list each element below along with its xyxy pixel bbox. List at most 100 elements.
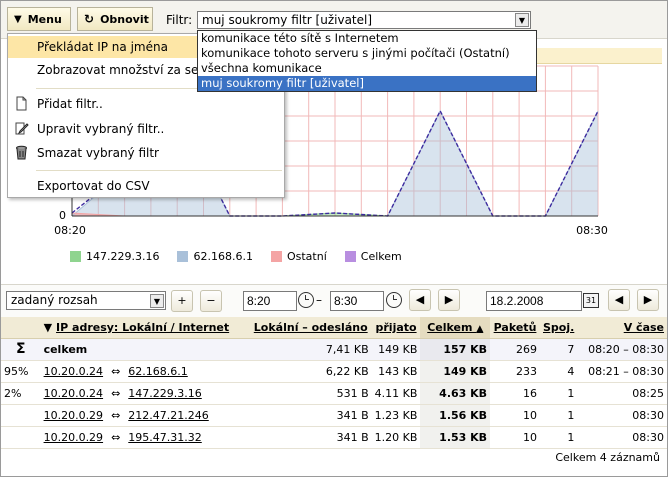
row-ip[interactable]: 10.20.0.29 ⇔ 195.47.31.32 [40, 426, 250, 449]
sort-asc-icon: ▲ [476, 323, 484, 334]
legend-item: Ostatní [270, 250, 327, 263]
menu-item-edit-filter[interactable]: Upravit vybraný filtr.. [8, 118, 284, 140]
arrow-right-icon: ▶ [643, 293, 653, 306]
row-pct [1, 426, 41, 449]
menu-item-label: Upravit vybraný filtr.. [37, 122, 165, 136]
range-select[interactable]: zadaný rozsah ▼ [6, 291, 166, 310]
filter-option[interactable]: všechna komunikace [198, 61, 536, 76]
edit-icon [15, 122, 29, 135]
row-conn: 1 [540, 426, 578, 449]
row-received: 1.23 KB [371, 404, 421, 427]
row-pct: 95% [1, 360, 41, 383]
row-time: 08:30 [577, 426, 667, 449]
row-received: 143 KB [371, 360, 421, 383]
local-ip-link[interactable]: 10.20.0.29 [44, 409, 103, 422]
row-received: 4.11 KB [371, 382, 421, 405]
remote-ip-link[interactable]: 212.47.21.246 [128, 409, 208, 422]
time-to-input[interactable] [330, 291, 384, 311]
x-tick-label: 08:20 [54, 224, 86, 237]
calendar-icon[interactable]: 31 [583, 293, 599, 308]
chevron-down-icon: ▼ [43, 320, 53, 334]
legend-label: 147.229.3.16 [86, 250, 160, 263]
bidirectional-arrow-icon: ⇔ [111, 408, 121, 422]
menu-item-add-filter[interactable]: Přidat filtr.. [8, 93, 284, 115]
col-header-time[interactable]: V čase [577, 317, 667, 339]
legend-item: 147.229.3.16 [70, 250, 159, 263]
row-total: 149 KB [420, 360, 491, 383]
legend-swatch [344, 251, 356, 262]
row-sent: 341 B [249, 404, 372, 427]
chevron-down-icon[interactable]: ▼ [150, 294, 164, 308]
time-from-input[interactable] [243, 291, 297, 311]
table-row[interactable]: 95% 10.20.0.24 ⇔ 62.168.6.1 6,22 KB 143 KB 149… [1, 360, 667, 383]
row-packets: 16 [490, 382, 540, 405]
time-prev-button[interactable]: ◀ [409, 289, 431, 311]
row-ip[interactable]: 10.20.0.24 ⇔ 147.229.3.16 [40, 382, 250, 405]
table-total-row: Σ celkem 7,41 KB 149 KB 157 KB 269 7 08:… [1, 338, 667, 361]
y-tick-label: 0 [59, 209, 66, 222]
legend-label: 62.168.6.1 [193, 250, 253, 263]
traffic-table: ▼ IP adresy: Lokální / Internet Lokální –… [1, 317, 667, 449]
table-header-row: ▼ IP adresy: Lokální / Internet Lokální –… [1, 317, 667, 339]
legend-swatch [270, 251, 282, 262]
remote-ip-link[interactable]: 147.229.3.16 [128, 387, 201, 400]
col-header-sent[interactable]: Lokální – odesláno [249, 317, 372, 339]
table-row[interactable]: 10.20.0.29 ⇔ 212.47.21.246 341 B 1.23 KB 1.56… [1, 404, 667, 427]
sigma-icon: Σ [1, 338, 41, 361]
trash-icon [16, 145, 27, 160]
table-row[interactable]: 10.20.0.29 ⇔ 195.47.31.32 341 B 1.20 KB 1.53 … [1, 426, 667, 449]
col-header-total[interactable]: Celkem ▲ [420, 317, 491, 339]
row-conn: 1 [540, 404, 578, 427]
zoom-in-icon: + [177, 294, 187, 307]
zoom-out-icon: − [206, 294, 216, 307]
row-total: 4.63 KB [420, 382, 491, 405]
col-header-received[interactable]: přijato [371, 317, 421, 339]
row-pct: 2% [1, 382, 41, 405]
row-time: 08:21 – 08:30 [577, 360, 667, 383]
range-dash: – [316, 293, 322, 307]
remote-ip-link[interactable]: 195.47.31.32 [128, 431, 201, 444]
row-total: 1.53 KB [420, 426, 491, 449]
row-ip[interactable]: 10.20.0.24 ⇔ 62.168.6.1 [40, 360, 250, 383]
arrow-left-icon: ◀ [415, 293, 425, 306]
date-input[interactable] [486, 291, 582, 311]
col-header-conn[interactable]: Spoj. [540, 317, 578, 339]
local-ip-link[interactable]: 10.20.0.29 [44, 431, 103, 444]
remote-ip-link[interactable]: 62.168.6.1 [128, 365, 187, 378]
row-sent: 531 B [249, 382, 372, 405]
local-ip-link[interactable]: 10.20.0.24 [44, 387, 103, 400]
row-received: 1.20 KB [371, 426, 421, 449]
time-next-button[interactable]: ▶ [438, 289, 460, 311]
filter-option-selected[interactable]: muj soukromy filtr [uživatel] [198, 76, 536, 91]
row-pct [1, 404, 41, 427]
legend-label: Ostatní [286, 250, 327, 263]
date-prev-button[interactable]: ◀ [608, 289, 630, 311]
row-total: 1.56 KB [420, 404, 491, 427]
total-packets: 269 [490, 338, 540, 361]
zoom-out-button[interactable]: − [200, 290, 222, 312]
col-header-packets[interactable]: Paketů [490, 317, 540, 339]
row-conn: 1 [540, 382, 578, 405]
filter-dropdown-list: komunikace této sítě s Internetem komuni… [197, 30, 537, 92]
col-header-label: Celkem [427, 320, 473, 334]
col-header-label: IP adresy: Lokální / Internet [56, 320, 230, 334]
range-select-value: zadaný rozsah [11, 293, 98, 307]
filter-option[interactable]: komunikace této sítě s Internetem [198, 31, 536, 46]
row-ip[interactable]: 10.20.0.29 ⇔ 212.47.21.246 [40, 404, 250, 427]
record-count: Celkem 4 záznamů [555, 451, 660, 464]
legend-label: Celkem [360, 250, 402, 263]
clock-icon[interactable] [298, 292, 314, 308]
table-row[interactable]: 2% 10.20.0.24 ⇔ 147.229.3.16 531 B 4.11 KB 4.6… [1, 382, 667, 405]
clock-icon[interactable] [386, 292, 402, 308]
zoom-in-button[interactable]: + [171, 290, 193, 312]
menu-item-label: Překládat IP na jména [37, 40, 168, 54]
menu-item-delete-filter[interactable]: Smazat vybraný filtr [8, 142, 284, 164]
menu-item-export-csv[interactable]: Exportovat do CSV [8, 175, 284, 197]
col-header-ip[interactable]: ▼ IP adresy: Lokální / Internet [40, 317, 250, 339]
date-next-button[interactable]: ▶ [637, 289, 659, 311]
menu-item-label: Přidat filtr.. [37, 97, 103, 111]
row-time: 08:30 [577, 404, 667, 427]
filter-option[interactable]: komunikace tohoto serveru s jinými počít… [198, 46, 536, 61]
local-ip-link[interactable]: 10.20.0.24 [44, 365, 103, 378]
bidirectional-arrow-icon: ⇔ [111, 386, 121, 400]
